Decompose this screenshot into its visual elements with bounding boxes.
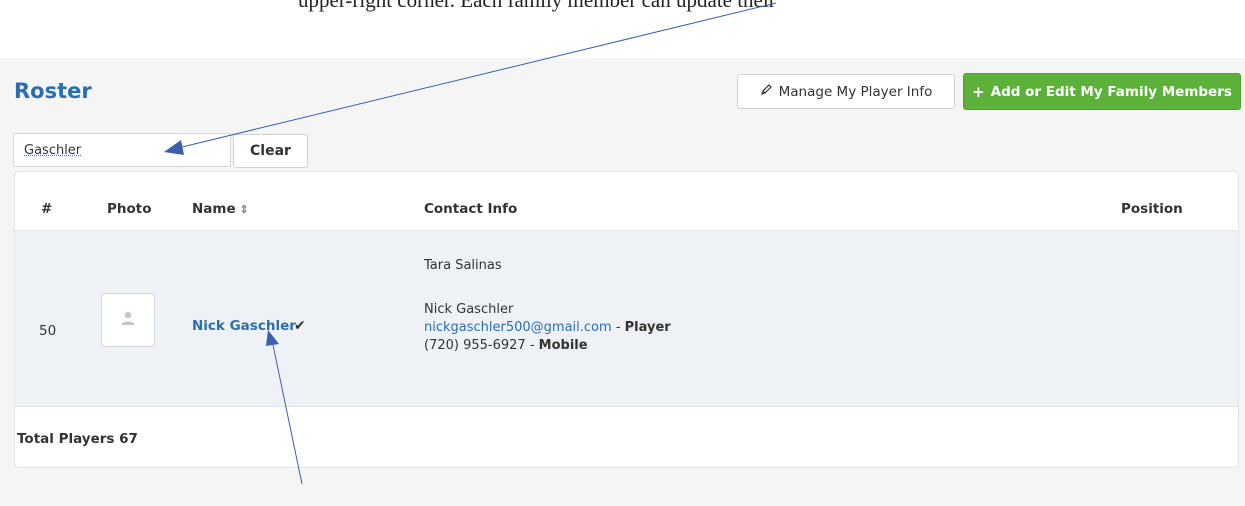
contact-email-line: nickgaschler500@gmail.com - Player xyxy=(424,320,671,335)
manage-player-info-button[interactable]: Manage My Player Info xyxy=(737,74,955,109)
column-header-photo: Photo xyxy=(107,201,152,217)
player-photo[interactable] xyxy=(101,293,155,347)
column-header-name[interactable]: Name ⇕ xyxy=(192,201,249,217)
instruction-caption: upper-right corner. Each family member c… xyxy=(298,0,778,12)
column-header-contact: Contact Info xyxy=(424,201,518,217)
contact-phone-line: (720) 955-6927 - Mobile xyxy=(424,338,588,353)
pencil-icon xyxy=(760,83,773,100)
player-number: 50 xyxy=(39,323,57,339)
contact-player-name: Nick Gaschler xyxy=(424,302,514,317)
manage-player-info-label: Manage My Player Info xyxy=(778,83,933,100)
email-link[interactable]: nickgaschler500@gmail.com xyxy=(424,320,612,335)
checkmark-icon: ✔ xyxy=(294,317,306,333)
player-name-link[interactable]: Nick Gaschler xyxy=(192,318,296,334)
email-role: Player xyxy=(624,320,671,335)
sort-icon[interactable]: ⇕ xyxy=(240,203,249,216)
roster-table: # Photo Name ⇕ Contact Info Position 50 N… xyxy=(14,171,1239,468)
column-header-number: # xyxy=(41,201,53,217)
avatar-placeholder-icon xyxy=(119,309,137,332)
contact-parent-name: Tara Salinas xyxy=(424,258,502,273)
plus-icon: + xyxy=(972,82,985,101)
phone-type: Mobile xyxy=(538,338,588,353)
phone-separator: - xyxy=(529,338,539,353)
search-input[interactable] xyxy=(13,133,231,167)
column-header-position: Position xyxy=(1121,201,1183,217)
add-family-members-label: Add or Edit My Family Members xyxy=(990,83,1232,100)
email-separator: - xyxy=(615,320,625,335)
total-players: Total Players 67 xyxy=(17,431,138,447)
add-family-members-button[interactable]: + Add or Edit My Family Members xyxy=(963,73,1241,110)
phone-number: (720) 955-6927 xyxy=(424,338,526,353)
table-row: 50 Nick Gaschler ✔ Tara Salinas Nick Gas… xyxy=(15,231,1238,407)
roster-page: Roster Manage My Player Info + Add or Ed… xyxy=(0,58,1245,506)
clear-button[interactable]: Clear xyxy=(233,134,308,168)
column-header-name-label: Name xyxy=(192,201,236,217)
page-title: Roster xyxy=(14,79,92,103)
